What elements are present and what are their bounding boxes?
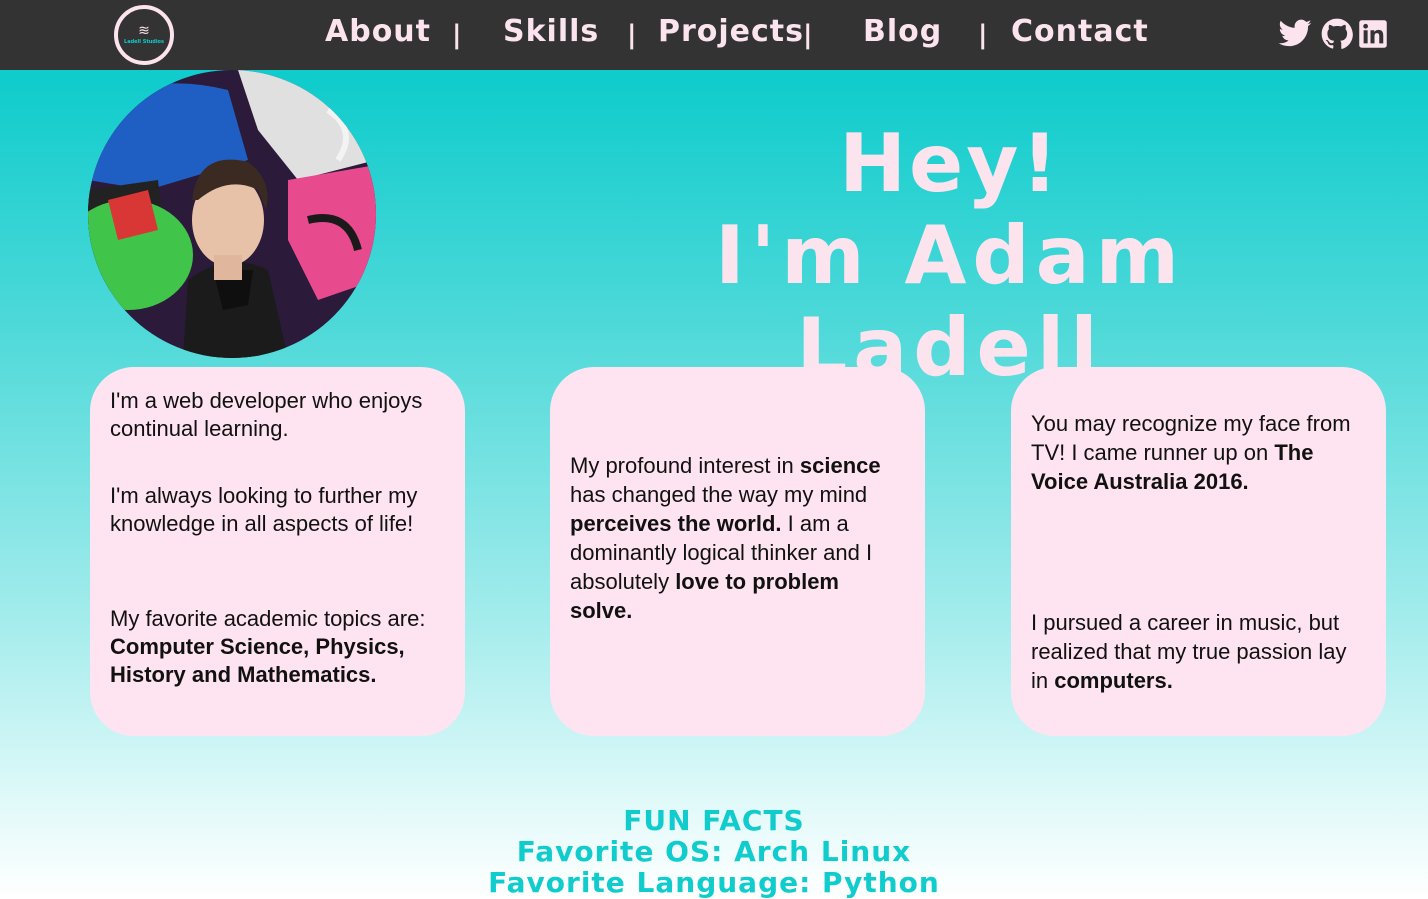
about-card-music: You may recognize my face from TV! I cam… xyxy=(1011,367,1386,736)
card-paragraph: I pursued a career in music, but realize… xyxy=(1031,610,1347,693)
nav-separator: | xyxy=(978,20,988,50)
card-paragraph: My profound interest in science has chan… xyxy=(570,453,881,623)
about-card-science: My profound interest in science has chan… xyxy=(550,367,925,736)
fun-facts-heading: FUN FACTS xyxy=(623,804,805,837)
nav-separator: | xyxy=(452,20,462,50)
linkedin-icon[interactable] xyxy=(1358,16,1388,52)
twitter-icon[interactable] xyxy=(1276,16,1314,52)
hero-greeting: Hey! xyxy=(839,117,1061,210)
nav-skills[interactable]: Skills xyxy=(503,14,599,49)
avatar xyxy=(88,70,376,358)
hero-heading: Hey! I'm Adam Ladell xyxy=(560,118,1340,394)
nav-separator: | xyxy=(627,20,637,50)
waves-icon: ≋ xyxy=(138,23,150,39)
nav-separator: | xyxy=(803,20,813,50)
card-paragraph: I'm a web developer who enjoys continual… xyxy=(110,388,423,441)
card-paragraph: My favorite academic topics are: Compute… xyxy=(110,606,426,687)
github-icon[interactable] xyxy=(1321,16,1353,52)
nav-blog[interactable]: Blog xyxy=(863,14,942,49)
logo-text: Ladell Studios xyxy=(124,39,164,45)
academic-topics: Computer Science, Physics, History and M… xyxy=(110,634,405,687)
fun-fact-os: Favorite OS: Arch Linux xyxy=(516,835,912,868)
navbar: ≋ Ladell Studios About | Skills | Projec… xyxy=(0,0,1428,70)
fun-fact-language: Favorite Language: Python xyxy=(488,866,940,899)
card-paragraph: I'm always looking to further my knowled… xyxy=(110,483,418,536)
nav-projects[interactable]: Projects xyxy=(658,14,804,49)
nav-contact[interactable]: Contact xyxy=(1011,14,1149,49)
about-card-learning: I'm a web developer who enjoys continual… xyxy=(90,367,465,736)
logo[interactable]: ≋ Ladell Studios xyxy=(114,5,174,65)
card-paragraph: You may recognize my face from TV! I cam… xyxy=(1031,411,1351,494)
nav-about[interactable]: About xyxy=(325,14,431,49)
